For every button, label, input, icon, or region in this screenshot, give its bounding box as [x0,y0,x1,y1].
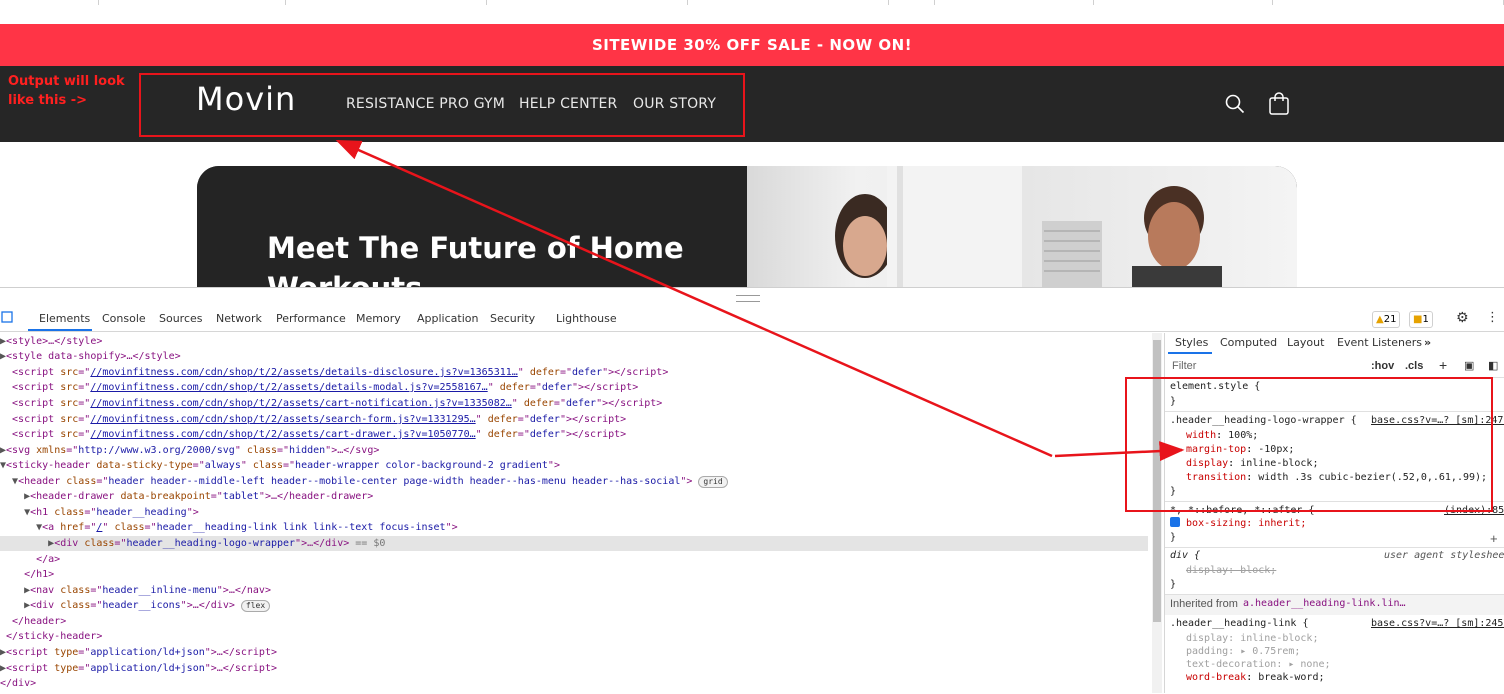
arrow-to-header [335,139,1053,458]
arrow-to-margin-top [1054,441,1185,462]
annotation-arrows [335,139,1185,462]
